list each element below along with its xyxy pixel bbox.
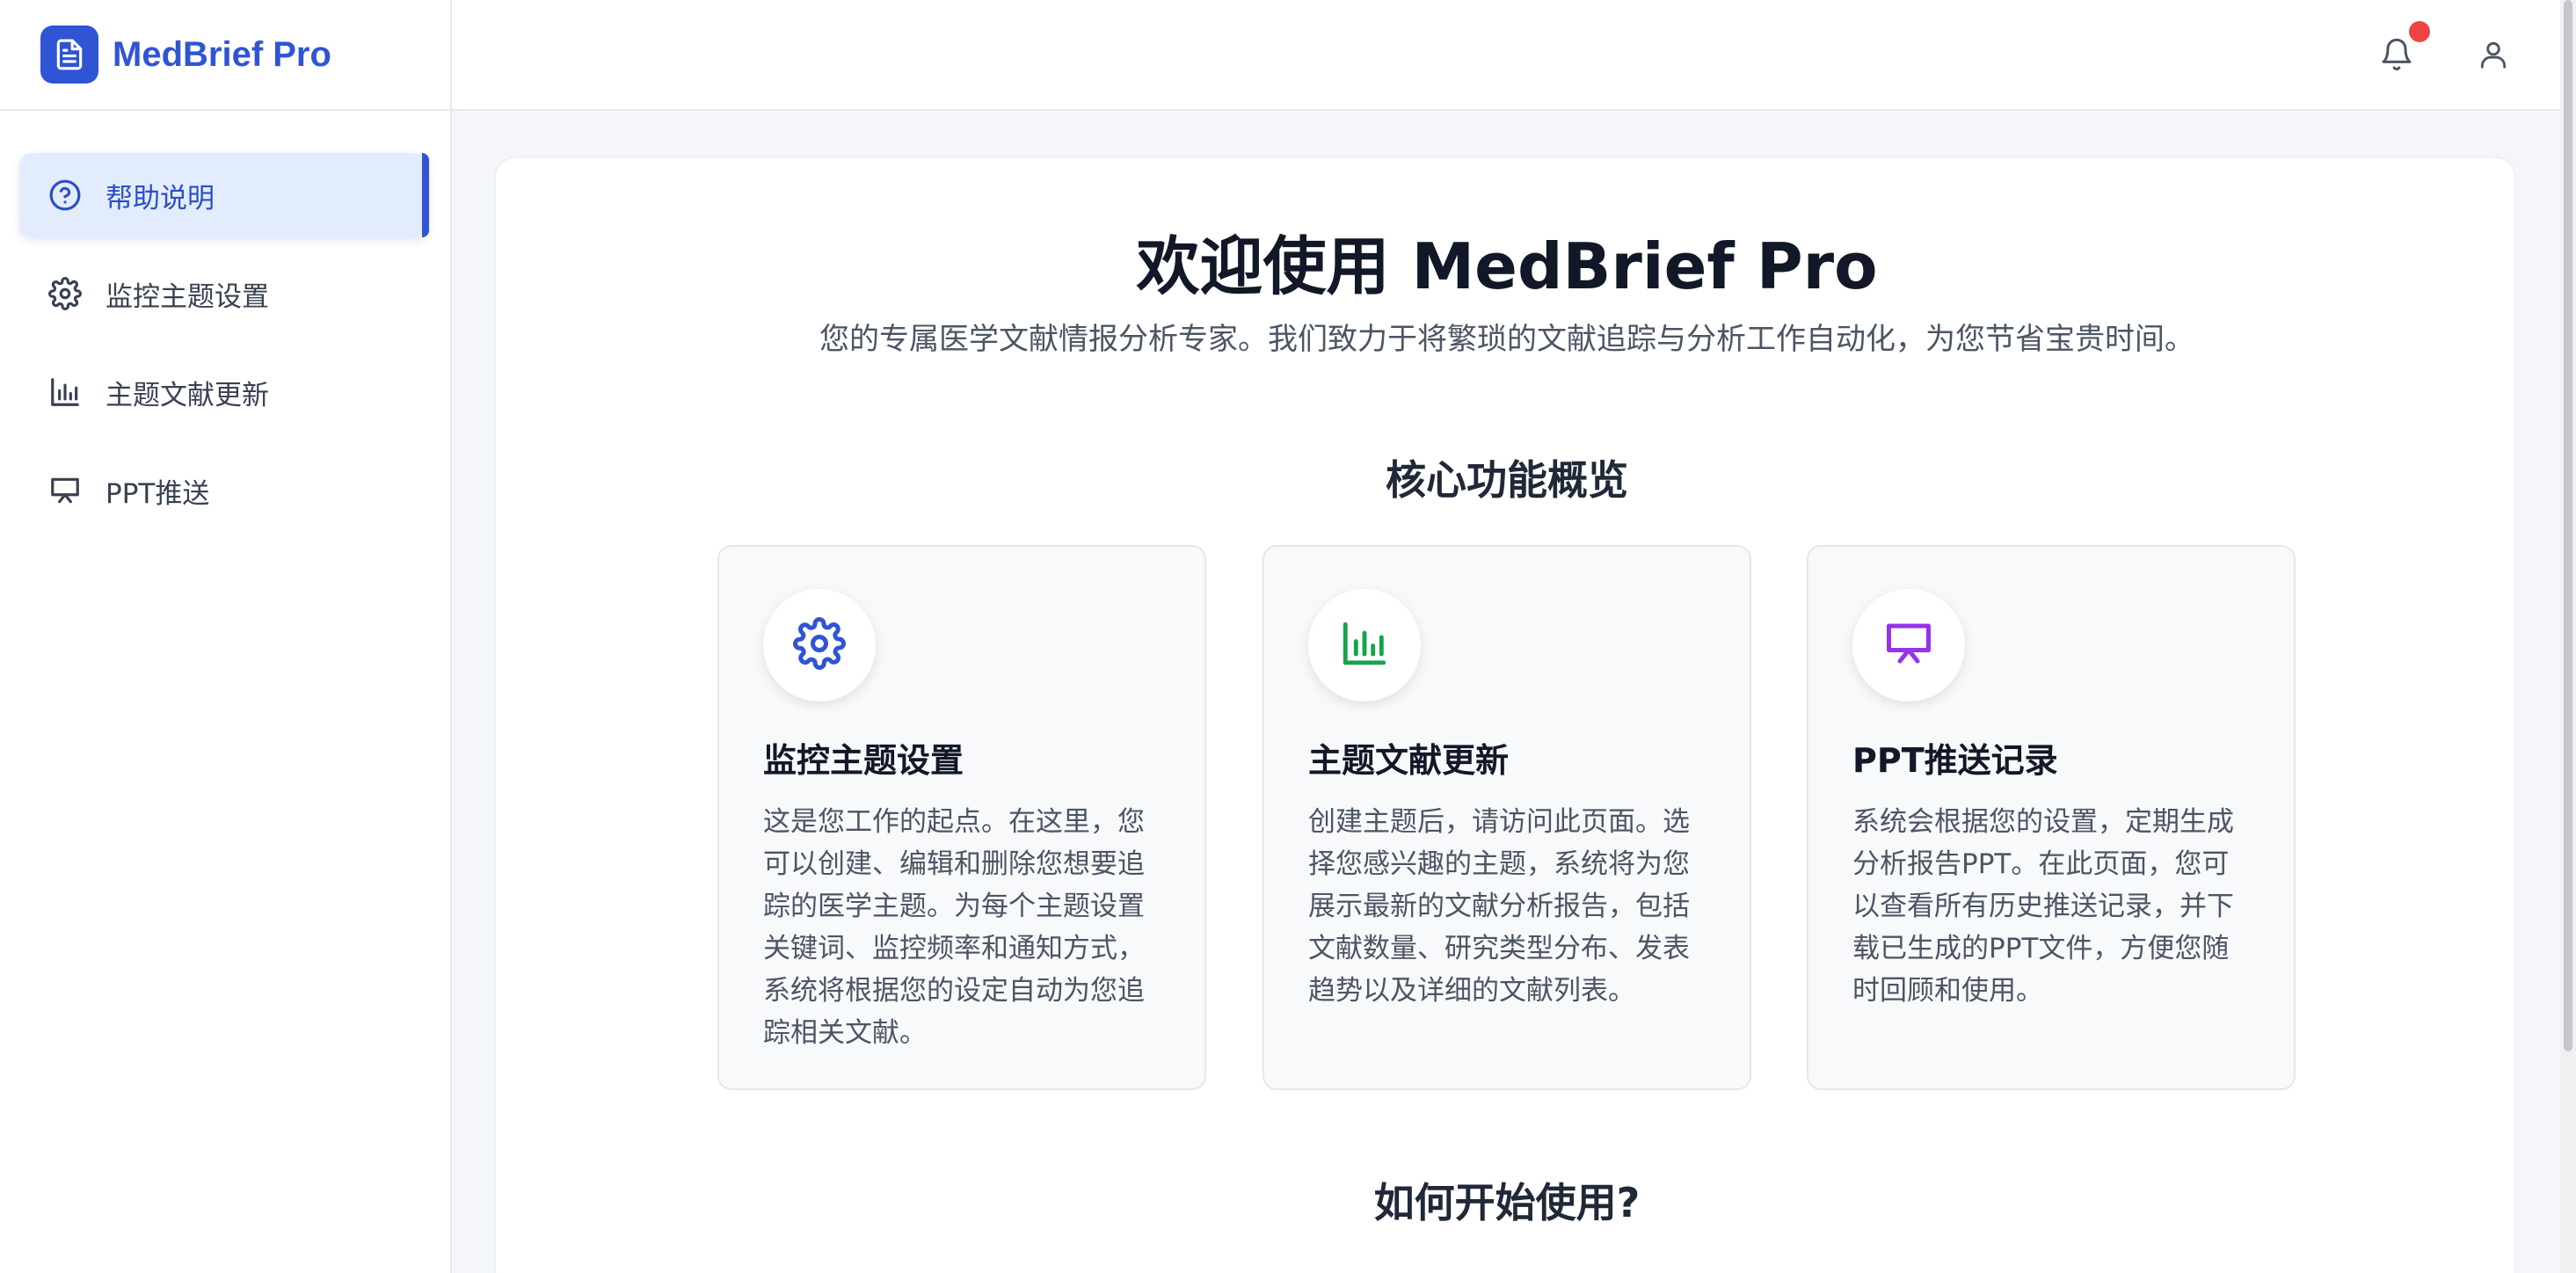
user-icon xyxy=(2477,38,2510,75)
getting-started-heading: 如何开始使用? xyxy=(1373,1179,1641,1226)
brand[interactable]: MedBrief Pro xyxy=(0,0,450,111)
help-content-card: 欢迎使用 MedBrief Pro 您的专属医学文献情报分析专家。我们致力于将繁… xyxy=(494,156,2516,1273)
page-subtitle: 您的专属医学文献情报分析专家。我们致力于将繁琐的文献追踪与分析工作自动化，为您节… xyxy=(819,322,2194,357)
sidebar-item-help[interactable]: 帮助说明 xyxy=(19,153,429,237)
feature-card-ppt-records: PPT推送记录 系统会根据您的设置，定期生成分析报告PPT。在此页面，您可以查看… xyxy=(1807,545,2296,1090)
sidebar-item-label: PPT推送 xyxy=(106,477,210,510)
presentation-icon xyxy=(47,473,83,508)
bar-chart-icon xyxy=(47,375,83,410)
sidebar-nav: 帮助说明 监控主题设置 主题文献更新 PPT推送 xyxy=(0,111,450,533)
topbar xyxy=(452,0,2560,111)
sidebar: MedBrief Pro 帮助说明 监控主题设置 主题文献更新 PPT推送 xyxy=(0,0,452,1273)
feature-description: 这是您工作的起点。在这里，您可以创建、编辑和删除您想要追踪的医学主题。为每个主题… xyxy=(763,806,1145,1049)
feature-icon-wrap xyxy=(763,589,876,702)
sidebar-item-label: 帮助说明 xyxy=(106,182,215,215)
gear-icon xyxy=(793,617,846,673)
profile-button[interactable] xyxy=(2469,32,2518,81)
page-title: 欢迎使用 MedBrief Pro xyxy=(1136,229,1878,303)
sidebar-item-label: 监控主题设置 xyxy=(106,280,269,313)
app-name: MedBrief Pro xyxy=(113,34,331,74)
feature-card-topic-settings: 监控主题设置 这是您工作的起点。在这里，您可以创建、编辑和删除您想要追踪的医学主… xyxy=(717,545,1206,1090)
app-root: MedBrief Pro 帮助说明 监控主题设置 主题文献更新 PPT推送 欢迎… xyxy=(0,0,2576,1273)
feature-card-literature-updates: 主题文献更新 创建主题后，请访问此页面。选择您感兴趣的主题，系统将为您展示最新的… xyxy=(1263,545,1751,1090)
feature-title: 监控主题设置 xyxy=(763,741,964,780)
bar-chart-icon xyxy=(1339,618,1390,673)
feature-icon-wrap xyxy=(1308,589,1421,702)
document-icon xyxy=(40,25,98,84)
gear-icon xyxy=(47,276,83,311)
sidebar-item-literature-updates[interactable]: 主题文献更新 xyxy=(19,350,429,434)
feature-title: 主题文献更新 xyxy=(1308,741,1510,780)
sidebar-item-topic-settings[interactable]: 监控主题设置 xyxy=(19,251,429,336)
feature-description: 系统会根据您的设置，定期生成分析报告PPT。在此页面，您可以查看所有历史推送记录… xyxy=(1852,806,2234,1007)
presentation-icon xyxy=(1882,617,1935,673)
sidebar-item-ppt-push[interactable]: PPT推送 xyxy=(19,448,429,533)
notification-badge xyxy=(2409,21,2430,42)
feature-title: PPT推送记录 xyxy=(1852,741,2058,780)
feature-description: 创建主题后，请访问此页面。选择您感兴趣的主题，系统将为您展示最新的文献分析报告，… xyxy=(1308,806,1690,1007)
sidebar-item-label: 主题文献更新 xyxy=(106,379,269,411)
bell-icon xyxy=(2379,37,2414,76)
feature-icon-wrap xyxy=(1852,589,1965,702)
overview-heading: 核心功能概览 xyxy=(1386,456,1628,504)
help-circle-icon xyxy=(47,178,83,213)
scrollbar-thumb[interactable] xyxy=(2564,0,2572,1051)
